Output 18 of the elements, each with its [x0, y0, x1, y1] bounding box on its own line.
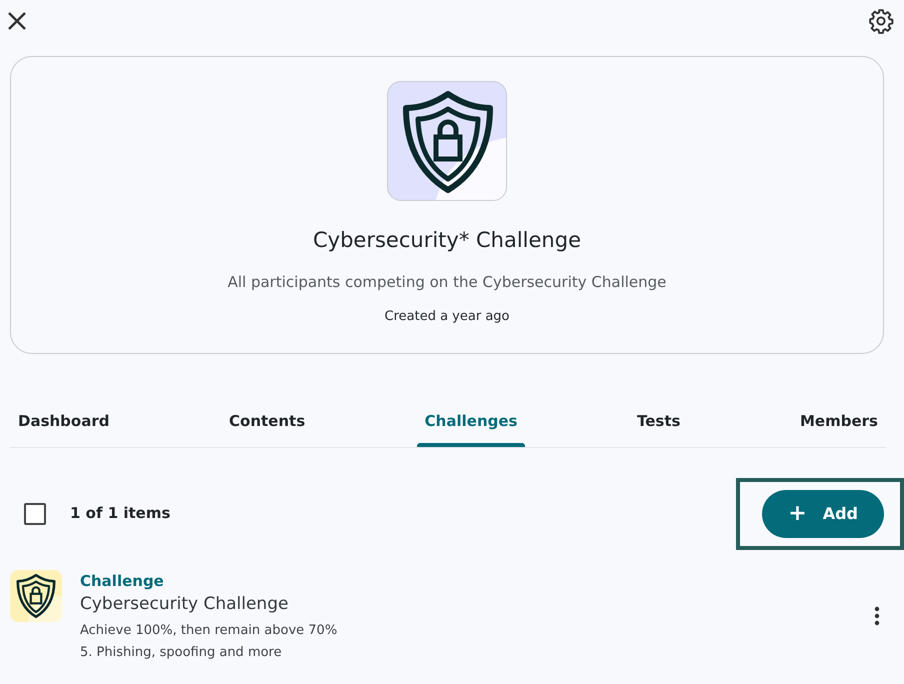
- created-date: Created a year ago: [384, 308, 510, 326]
- add-button[interactable]: + Add: [762, 490, 884, 538]
- item-detail: Achieve 100%, then remain above 70%: [80, 622, 338, 640]
- item-title: Cybersecurity Challenge: [80, 593, 290, 616]
- tab[interactable]: Contents: [221, 402, 314, 446]
- tab[interactable]: Challenges: [416, 402, 526, 446]
- more-button[interactable]: [872, 604, 882, 628]
- select-all-checkbox[interactable]: [24, 502, 46, 524]
- group-description: All participants competing on the Cybersecurity Challenge: [228, 272, 666, 292]
- item-detail: 5. Phishing, spoofing and more: [80, 644, 283, 662]
- item-count: 1 of 1 items: [70, 503, 170, 524]
- settings-button[interactable]: [866, 6, 896, 36]
- item-type: Challenge: [80, 570, 165, 592]
- group-title: Cybersecurity* Challenge: [313, 227, 581, 254]
- challenge-thumbnail: [10, 570, 62, 622]
- tab[interactable]: Dashboard: [10, 402, 118, 446]
- tab[interactable]: Members: [792, 402, 886, 446]
- tab[interactable]: Tests: [629, 402, 688, 446]
